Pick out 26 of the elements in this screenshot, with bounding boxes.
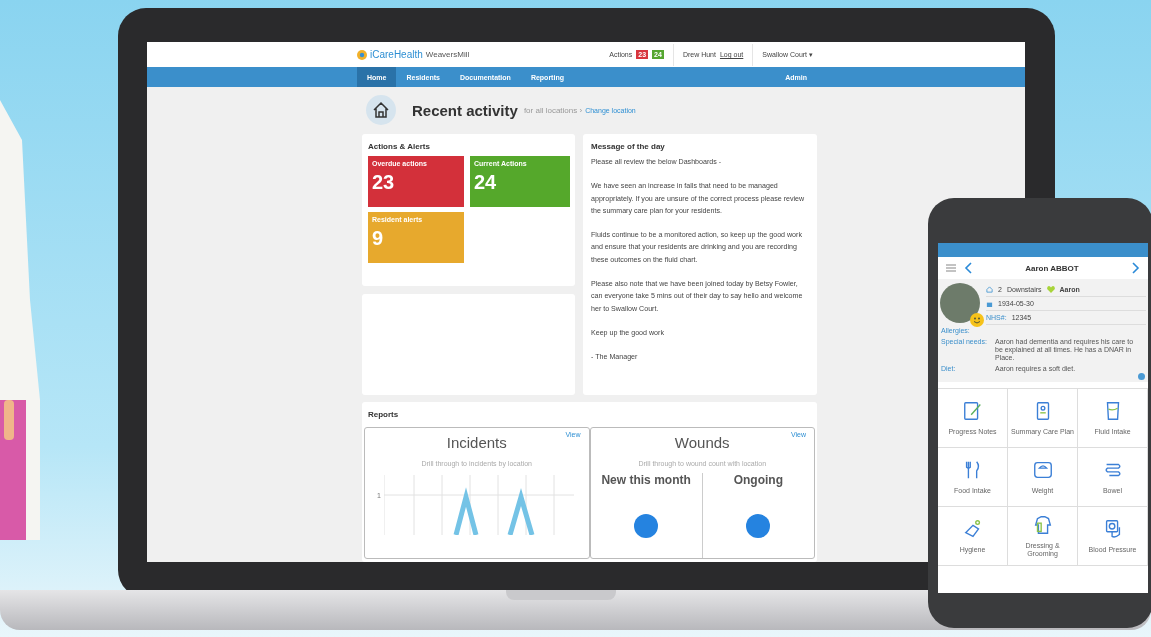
count-circle [746, 514, 771, 538]
app-logo-text: iCareHealth [370, 49, 423, 61]
report-title: Wounds [674, 434, 730, 451]
card-title: Actions & Alerts [368, 142, 431, 151]
page-scope: for all locations › [523, 105, 583, 115]
tile-count: 9 [372, 227, 385, 250]
home-icon [366, 95, 396, 125]
count-heading: New this month [601, 473, 691, 487]
heart-icon [1046, 286, 1055, 293]
forward-icon[interactable] [1132, 262, 1140, 274]
tile-count: 23 [372, 171, 396, 194]
site-name: WeaversMill [425, 50, 470, 60]
report-title: Incidents [446, 434, 507, 451]
plus-icon[interactable] [1138, 373, 1145, 380]
count-heading: Ongoing [733, 473, 784, 487]
resident-name: Aaron ABBOT [1024, 263, 1080, 273]
card-title: Message of the day [591, 142, 666, 151]
back-icon[interactable] [964, 262, 972, 274]
count-circle [634, 514, 659, 538]
photo-placeholder [940, 283, 980, 323]
scale-icon [1031, 459, 1054, 481]
card-title: Reports [368, 410, 400, 419]
page-title: Recent activity [412, 101, 518, 119]
smiley-icon [970, 313, 984, 327]
tile-count: 24 [474, 171, 498, 194]
flower-logo-icon [357, 49, 367, 60]
